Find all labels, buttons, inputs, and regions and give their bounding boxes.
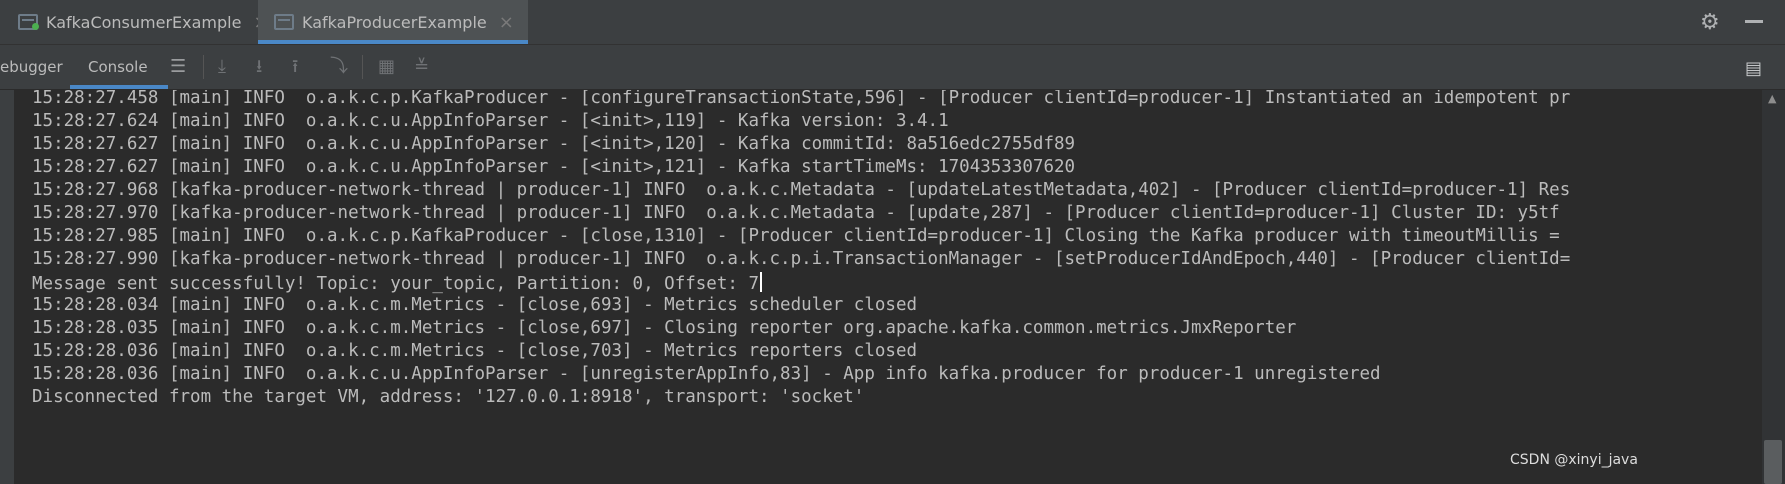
tab-debugger[interactable]: ebugger (0, 45, 63, 89)
console-line: 15:28:27.990 [kafka-producer-network-thr… (32, 249, 1571, 269)
class-file-icon (18, 14, 39, 30)
upload-icon[interactable]: ⭱ (292, 58, 298, 76)
scroll-up-icon[interactable]: ▲ (1768, 92, 1776, 105)
console-output[interactable]: 15:28:27.458 [main] INFO o.a.k.c.p.Kafka… (14, 90, 1762, 484)
console-line: 15:28:28.036 [main] INFO o.a.k.c.m.Metri… (32, 341, 918, 361)
console-line: 15:28:28.034 [main] INFO o.a.k.c.m.Metri… (32, 295, 918, 315)
editor-tab-bar: KafkaConsumerExample × KafkaProducerExam… (0, 0, 1785, 45)
minimize-icon[interactable] (1745, 20, 1763, 23)
console-line: 15:28:28.035 [main] INFO o.a.k.c.m.Metri… (32, 318, 1297, 338)
close-icon[interactable]: × (499, 12, 514, 33)
console-line: 15:28:27.627 [main] INFO o.a.k.c.u.AppIn… (32, 157, 1076, 177)
gear-icon[interactable]: ⚙ (1700, 10, 1720, 35)
download-icon[interactable]: ⭳ (256, 58, 262, 76)
tab-console[interactable]: Console (70, 45, 167, 89)
toolbar-divider (203, 55, 204, 79)
console-line: 15:28:27.985 [main] INFO o.a.k.c.p.Kafka… (32, 226, 1560, 246)
run-toolbar: ebugger Console ☰ ⤓ ⭳ ⭱ ⤵ ▦ ≚ ▤ (0, 45, 1785, 90)
watermark: CSDN @xinyi_java (1510, 452, 1638, 468)
trace-settings-icon[interactable]: ≚ (414, 58, 429, 76)
table-icon[interactable]: ▦ (378, 58, 395, 76)
tab-label: KafkaProducerExample (302, 12, 487, 32)
scroll-to-end-icon[interactable]: ⤓ (218, 58, 226, 76)
left-gutter (0, 90, 14, 484)
text-caret (759, 272, 762, 292)
toolbar-divider (362, 55, 363, 79)
tab-label: KafkaConsumerExample (46, 12, 242, 32)
menu-icon[interactable]: ☰ (170, 58, 186, 76)
layout-icon[interactable]: ▤ (1745, 58, 1762, 79)
console-line: Disconnected from the target VM, address… (32, 387, 865, 407)
console-line: 15:28:27.458 [main] INFO o.a.k.c.p.Kafka… (32, 90, 1571, 108)
console-line: 15:28:27.968 [kafka-producer-network-thr… (32, 180, 1571, 200)
console-line: 15:28:27.627 [main] INFO o.a.k.c.u.AppIn… (32, 134, 1076, 154)
console-line: 15:28:28.036 [main] INFO o.a.k.c.u.AppIn… (32, 364, 1381, 384)
class-file-icon (274, 14, 294, 30)
console-line-text: Message sent successfully! Topic: your_t… (32, 274, 759, 294)
tab-kafka-producer-example[interactable]: KafkaProducerExample × (258, 0, 528, 44)
tab-kafka-consumer-example[interactable]: KafkaConsumerExample × (18, 0, 283, 44)
vertical-scrollbar[interactable] (1762, 90, 1785, 484)
console-line: 15:28:27.624 [main] INFO o.a.k.c.u.AppIn… (32, 111, 949, 131)
run-status-dot (32, 23, 39, 30)
step-into-icon[interactable]: ⤵ (330, 58, 348, 76)
console-line: 15:28:27.970 [kafka-producer-network-thr… (32, 203, 1560, 223)
scrollbar-thumb[interactable] (1764, 440, 1782, 484)
console-line: Message sent successfully! Topic: your_t… (32, 272, 762, 294)
